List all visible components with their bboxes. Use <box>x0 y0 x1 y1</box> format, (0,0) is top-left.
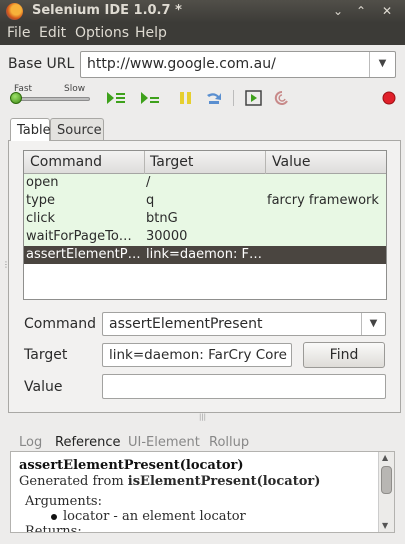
step-icon[interactable] <box>204 90 224 106</box>
speed-slider-handle[interactable] <box>10 92 22 104</box>
returns-label: Returns: <box>25 524 82 533</box>
find-button[interactable]: Find <box>303 342 385 368</box>
row-resize-handle[interactable]: ⋮ <box>2 260 10 269</box>
row-command: open <box>26 175 59 190</box>
reference-signature: assertElementPresent(locator) <box>19 458 244 473</box>
play-entire-suite-icon[interactable] <box>106 90 126 106</box>
row-command: assertElementP… <box>26 247 141 262</box>
generated-prefix: Generated from <box>19 474 128 489</box>
minimize-button[interactable]: ⌄ <box>328 2 348 20</box>
row-command: click <box>26 211 56 226</box>
target-input[interactable]: link=daemon: FarCry Core W <box>102 343 292 367</box>
title-bar: Selenium IDE 1.0.7 * ⌄ ⌃ ✕ <box>0 0 405 23</box>
chevron-down-icon[interactable]: ▼ <box>369 52 395 77</box>
rollup-icon[interactable] <box>244 90 264 106</box>
table-row-selected[interactable]: assertElementP… link=daemon: F… <box>24 246 386 264</box>
table-empty-area[interactable] <box>24 264 386 299</box>
chevron-down-icon[interactable]: ▼ <box>361 313 385 335</box>
speed-slow-label: Slow <box>64 84 86 94</box>
column-header-command[interactable]: Command <box>30 154 102 170</box>
row-target: link=daemon: F… <box>146 247 262 262</box>
target-input-value[interactable]: link=daemon: FarCry Core W <box>109 347 291 363</box>
pause-icon[interactable] <box>176 90 196 106</box>
base-url-input[interactable]: http://www.google.com.au/ <box>87 56 276 72</box>
table-row[interactable]: waitForPageTo… 30000 <box>24 228 386 246</box>
base-url-label: Base URL <box>8 56 75 72</box>
toolbar-separator <box>233 90 234 106</box>
table-row[interactable]: type q farcry framework <box>24 192 386 210</box>
scrollbar-thumb[interactable] <box>381 466 392 494</box>
row-command: type <box>26 193 56 208</box>
record-icon[interactable] <box>379 90 399 106</box>
maximize-button[interactable]: ⌃ <box>351 2 371 20</box>
row-target: btnG <box>146 211 178 226</box>
reference-scrollbar[interactable]: ▲ ▼ <box>378 452 394 532</box>
command-combobox[interactable]: assertElementPresent ▼ <box>102 312 386 336</box>
tab-table[interactable]: Table <box>10 118 51 141</box>
bullet-icon <box>51 514 57 520</box>
reference-pane: assertElementPresent(locator) Generated … <box>10 451 395 533</box>
tab-reference[interactable]: Reference <box>55 435 120 450</box>
reference-generated-line: Generated from isElementPresent(locator) <box>19 474 320 489</box>
table-row[interactable]: click btnG <box>24 210 386 228</box>
menu-options[interactable]: Options <box>75 25 129 41</box>
tab-source[interactable]: Source <box>50 118 104 141</box>
window-title: Selenium IDE 1.0.7 * <box>32 3 182 18</box>
row-target: 30000 <box>146 229 188 244</box>
tab-rollup[interactable]: Rollup <box>209 435 249 450</box>
row-value: farcry framework <box>267 193 379 208</box>
column-header-value[interactable]: Value <box>272 154 310 170</box>
tab-log[interactable]: Log <box>19 435 42 450</box>
row-command: waitForPageTo… <box>26 229 132 244</box>
menu-help[interactable]: Help <box>135 25 167 41</box>
close-window-button[interactable]: ✕ <box>377 2 397 20</box>
arguments-label: Arguments: <box>25 494 102 509</box>
menu-bar: File Edit Options Help <box>0 23 405 45</box>
column-divider <box>265 151 266 174</box>
menu-file[interactable]: File <box>7 25 30 41</box>
pane-splitter[interactable]: ||| <box>0 413 405 421</box>
command-table[interactable]: Command Target Value open / type q farcr… <box>23 150 387 300</box>
row-target: q <box>146 193 155 208</box>
table-header: Command Target Value <box>24 151 386 174</box>
generated-from-link: isElementPresent(locator) <box>127 474 321 489</box>
column-header-target[interactable]: Target <box>150 154 193 170</box>
scroll-down-icon[interactable]: ▼ <box>382 521 388 530</box>
column-divider <box>144 151 145 174</box>
play-current-test-icon[interactable] <box>140 90 160 106</box>
selenium-ide-window: Selenium IDE 1.0.7 * ⌄ ⌃ ✕ File Edit Opt… <box>0 0 405 544</box>
target-label: Target <box>24 347 68 363</box>
tab-ui-element[interactable]: UI-Element <box>128 435 200 450</box>
base-url-combobox[interactable]: http://www.google.com.au/ ▼ <box>80 51 396 78</box>
command-input[interactable]: assertElementPresent <box>109 316 263 332</box>
command-label: Command <box>24 316 96 332</box>
scheduler-icon[interactable] <box>272 90 292 106</box>
menu-edit[interactable]: Edit <box>39 25 66 41</box>
speed-slider-track[interactable] <box>12 97 90 101</box>
firefox-icon <box>6 3 23 20</box>
value-input[interactable] <box>102 374 386 399</box>
table-row[interactable]: open / <box>24 174 386 192</box>
scroll-up-icon[interactable]: ▲ <box>382 453 388 462</box>
row-target: / <box>146 175 151 190</box>
value-label: Value <box>24 379 63 395</box>
argument-item: locator - an element locator <box>63 509 246 524</box>
